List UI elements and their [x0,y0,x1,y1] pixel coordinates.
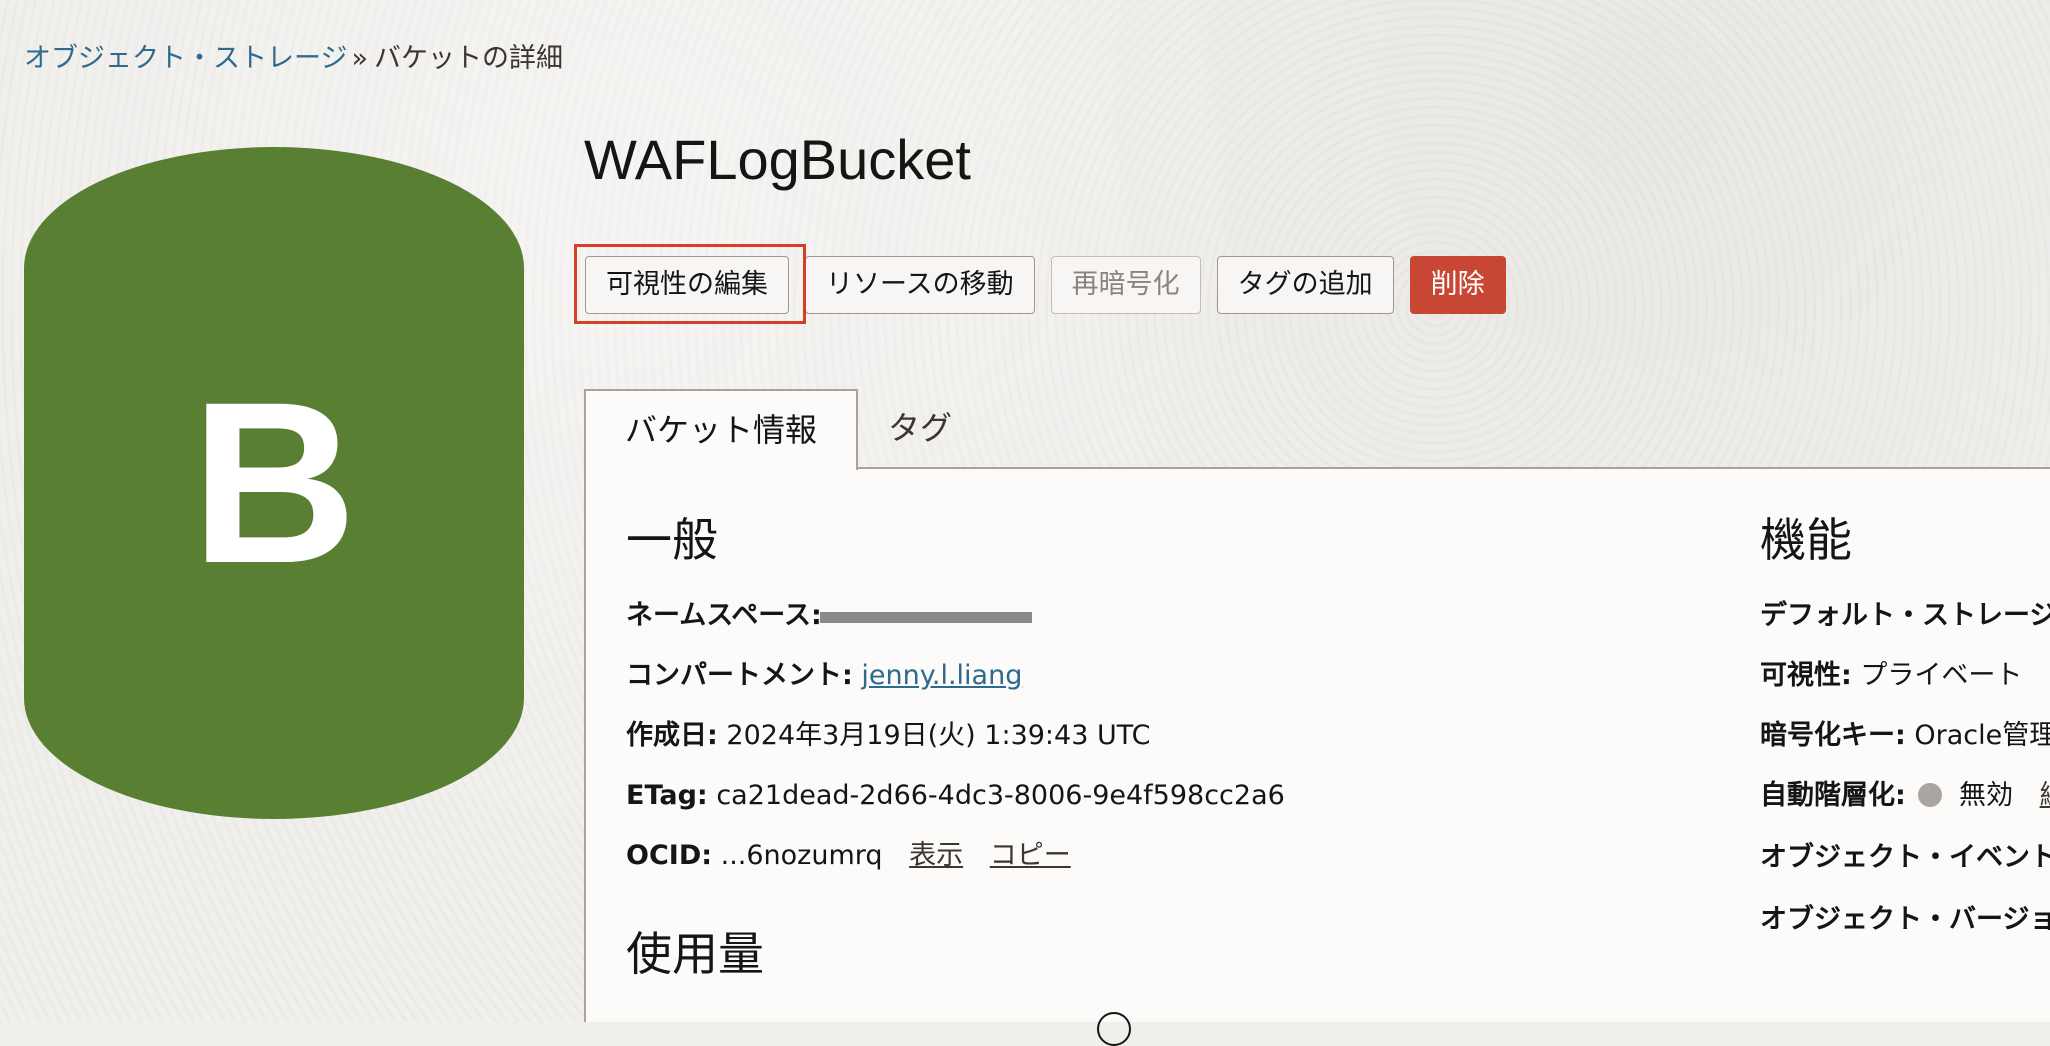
auto-tiering-edit-link[interactable]: 編集 [2040,780,2050,811]
visibility-label: 可視性: [1760,660,1852,691]
object-versioning-label: オブジェクト・バージョ [1760,904,2050,935]
encryption-value: Oracle管理 [1914,720,2050,751]
tab-bucket-info[interactable]: バケット情報 [584,389,858,470]
default-storage-label: デフォルト・ストレージ [1760,600,2050,631]
namespace-redaction [820,612,1032,623]
move-resource-button[interactable]: リソースの移動 [805,256,1035,314]
ocid-row: OCID: ...6nozumrq 表示 コピー [626,838,1071,874]
ocid-label: OCID: [626,840,713,871]
auto-tiering-label: 自動階層化: [1760,780,1906,811]
status-dot-icon [1918,783,1943,807]
encryption-row: 暗号化キー: Oracle管理 [1760,718,2050,754]
created-row: 作成日: 2024年3月19日(火) 1:39:43 UTC [626,718,1151,754]
object-events-label: オブジェクト・イベント [1760,842,2050,873]
breadcrumb: オブジェクト・ストレージ» バケットの詳細 [24,40,563,78]
ocid-show-link[interactable]: 表示 [909,840,963,871]
created-label: 作成日: [626,720,718,751]
object-events-row: オブジェクト・イベント [1760,840,2050,876]
breadcrumb-current: バケットの詳細 [374,43,563,74]
add-tags-button[interactable]: タグの追加 [1216,256,1394,314]
namespace-row: ネームスペース: [626,598,822,634]
compartment-link[interactable]: jenny.l.liang [861,660,1022,691]
created-value: 2024年3月19日(火) 1:39:43 UTC [726,720,1151,751]
info-icon[interactable] [1097,1012,1131,1046]
delete-button[interactable]: 削除 [1409,256,1506,314]
namespace-label: ネームスペース: [626,600,822,631]
general-heading: 一般 [626,513,718,567]
ocid-copy-link[interactable]: コピー [990,840,1071,871]
object-versioning-row: オブジェクト・バージョ [1760,902,2050,938]
page-title: WAFLogBucket [584,128,971,191]
default-storage-row: デフォルト・ストレージ [1760,598,2050,634]
ocid-value: ...6nozumrq [720,840,883,871]
breadcrumb-separator: » [351,43,368,74]
etag-row: ETag: ca21dead-2d66-4dc3-8006-9e4f598cc2… [626,778,1285,814]
highlight-annotation [574,244,806,324]
breadcrumb-object-storage-link[interactable]: オブジェクト・ストレージ [24,43,347,74]
etag-label: ETag: [626,780,708,811]
bucket-logo-letter: B [190,354,358,611]
auto-tiering-value: 無効 [1959,780,2013,811]
visibility-value: プライベート [1860,660,2023,691]
usage-heading: 使用量 [626,927,764,981]
etag-value: ca21dead-2d66-4dc3-8006-9e4f598cc2a6 [716,780,1285,811]
features-heading: 機能 [1760,513,1852,567]
auto-tiering-row: 自動階層化: 無効 編集 [1760,778,2050,814]
encryption-label: 暗号化キー: [1760,720,1906,751]
reencrypt-button[interactable]: 再暗号化 [1050,256,1201,314]
visibility-row: 可視性: プライベート [1760,658,2022,694]
compartment-label: コンパートメント: [626,660,853,691]
compartment-row: コンパートメント: jenny.l.liang [626,658,1022,694]
tab-tags[interactable]: タグ [888,389,952,467]
